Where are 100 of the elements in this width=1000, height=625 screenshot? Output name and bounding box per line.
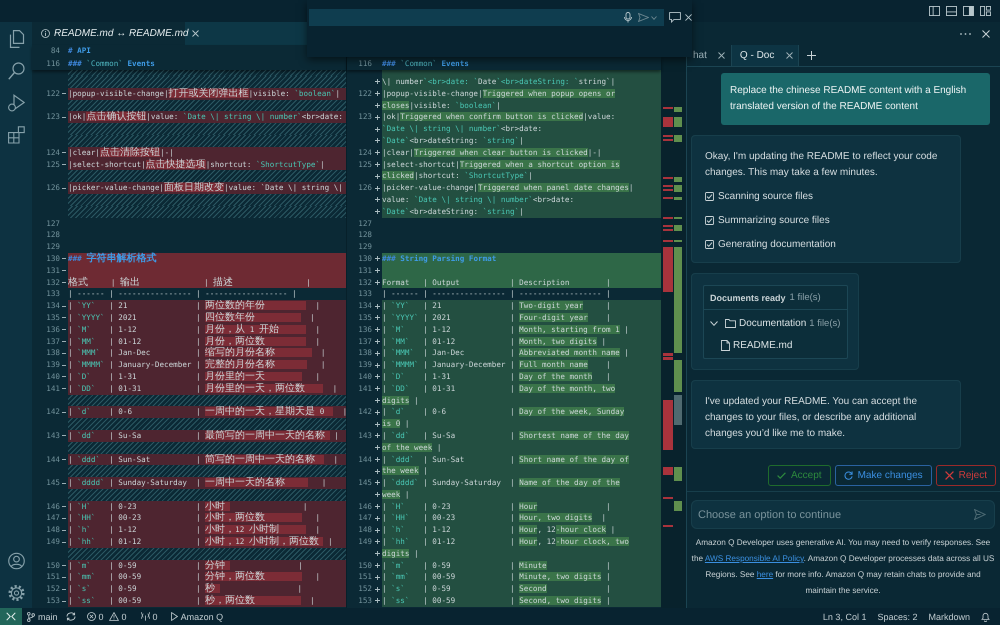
plus-icon	[374, 574, 380, 580]
minus-icon	[62, 600, 66, 602]
minus-icon	[62, 352, 66, 354]
disclaimer-link[interactable]: here	[756, 570, 774, 579]
status-item[interactable]: Ln 3, Col 1	[822, 612, 866, 622]
user-message: Replace the chinese README content with a English translated version of the README content	[721, 73, 990, 125]
plus-icon	[374, 598, 380, 604]
file-count: 1 file(s)	[790, 292, 821, 303]
file-count: 1 file(s)	[809, 318, 840, 328]
plus-icon	[374, 386, 380, 392]
folder-name[interactable]: Documentation	[739, 318, 806, 328]
close-icon[interactable]	[192, 30, 200, 37]
message-text: Okay, I'm updating the README to reflect your code changes. This may take a few minutes.	[705, 150, 938, 180]
minus-icon	[62, 565, 66, 566]
files-icon[interactable]	[8, 30, 24, 48]
plus-icon	[374, 350, 380, 356]
plus-icon	[374, 492, 380, 498]
remote-button[interactable]	[0, 608, 22, 625]
minus-icon	[62, 270, 66, 272]
error-icon[interactable]	[86, 612, 96, 621]
plus-icon	[374, 280, 380, 285]
chat-tab[interactable]: hat	[692, 45, 731, 66]
account-icon[interactable]	[8, 552, 24, 570]
chat-tab[interactable]: Q - Doc	[730, 45, 800, 66]
plus-icon	[374, 445, 380, 450]
panel-right-icon[interactable]	[963, 6, 974, 16]
warning-icon[interactable]	[108, 612, 119, 621]
plus-icon	[374, 433, 380, 438]
plus-icon	[374, 586, 380, 592]
minus-icon	[62, 93, 66, 94]
input-field[interactable]	[309, 9, 664, 26]
plus-icon	[374, 256, 380, 262]
sync-icon[interactable]	[66, 612, 76, 621]
bell-icon[interactable]	[981, 612, 990, 622]
minus-icon	[62, 282, 66, 283]
minus-icon	[62, 329, 66, 330]
minus-icon	[62, 317, 66, 318]
info-icon	[41, 29, 50, 38]
make-changes-button[interactable]: Make changes	[834, 465, 932, 486]
plus-icon	[374, 528, 380, 533]
file-icon	[721, 340, 730, 350]
search-icon[interactable]	[8, 62, 24, 80]
accept-button[interactable]: Accept	[768, 465, 831, 486]
status-item[interactable]: Markdown	[928, 612, 970, 622]
plus-icon	[374, 563, 380, 568]
branch-icon	[27, 612, 35, 622]
plus-icon	[374, 138, 380, 144]
minus-icon	[62, 588, 66, 590]
file-name[interactable]: README.md	[733, 340, 792, 350]
minus-icon	[62, 458, 66, 460]
plus-icon	[374, 268, 380, 274]
plus-icon	[374, 539, 380, 544]
plus-icon	[374, 197, 380, 202]
plus-icon	[374, 422, 380, 426]
close-icon[interactable]	[718, 52, 725, 59]
minus-icon	[62, 576, 66, 578]
layout-grid-icon[interactable]	[980, 6, 991, 16]
extensions-icon[interactable]	[8, 126, 24, 144]
panel-left-icon[interactable]	[929, 6, 940, 16]
close-icon[interactable]	[982, 30, 990, 38]
step-label: Summarizing source files	[718, 214, 830, 226]
panel-title: Documents ready	[710, 292, 786, 302]
plus-icon	[374, 79, 380, 84]
close-icon[interactable]	[786, 52, 794, 59]
plus-icon	[374, 362, 380, 368]
disclaimer-link[interactable]: AWS Responsible AI Policy	[704, 554, 804, 563]
folder-icon	[725, 318, 736, 328]
panel-bottom-icon[interactable]	[946, 6, 957, 16]
minus-icon	[62, 164, 66, 165]
plus-icon	[374, 456, 380, 462]
warning-count[interactable]: 0	[122, 612, 127, 622]
minus-icon	[62, 482, 66, 484]
plus-icon	[374, 480, 380, 486]
plus-icon	[374, 186, 380, 191]
antenna-icon[interactable]	[140, 612, 150, 621]
minus-icon	[62, 116, 66, 118]
prompt-input[interactable]: Choose an option to continue	[691, 500, 995, 529]
status-button[interactable]: Amazon Q	[170, 612, 224, 622]
run-debug-icon[interactable]	[8, 94, 24, 112]
port-count[interactable]: 0	[152, 612, 158, 622]
plus-icon	[374, 102, 380, 108]
minus-icon	[62, 188, 66, 189]
send-icon[interactable]	[638, 13, 649, 22]
microphone-icon[interactable]	[624, 12, 632, 23]
play-icon	[170, 612, 178, 621]
minus-icon	[62, 376, 66, 378]
check-icon	[777, 471, 786, 480]
plus-icon	[374, 114, 380, 120]
close-icon[interactable]	[685, 14, 692, 21]
error-count[interactable]: 0	[98, 612, 104, 622]
branch-button[interactable]: main	[27, 612, 58, 622]
chat-icon[interactable]	[669, 12, 681, 23]
minus-icon	[62, 340, 66, 342]
minus-icon	[62, 506, 66, 508]
status-item[interactable]: Spaces: 2	[877, 612, 918, 622]
message-text: I've updated your README. You can accept the changes to your files, or describe any additional changes you’d like me to make.	[705, 395, 918, 441]
settings-icon[interactable]	[8, 584, 24, 602]
plus-icon	[374, 410, 380, 415]
plus-icon[interactable]	[807, 51, 816, 60]
plus-icon	[374, 327, 380, 332]
